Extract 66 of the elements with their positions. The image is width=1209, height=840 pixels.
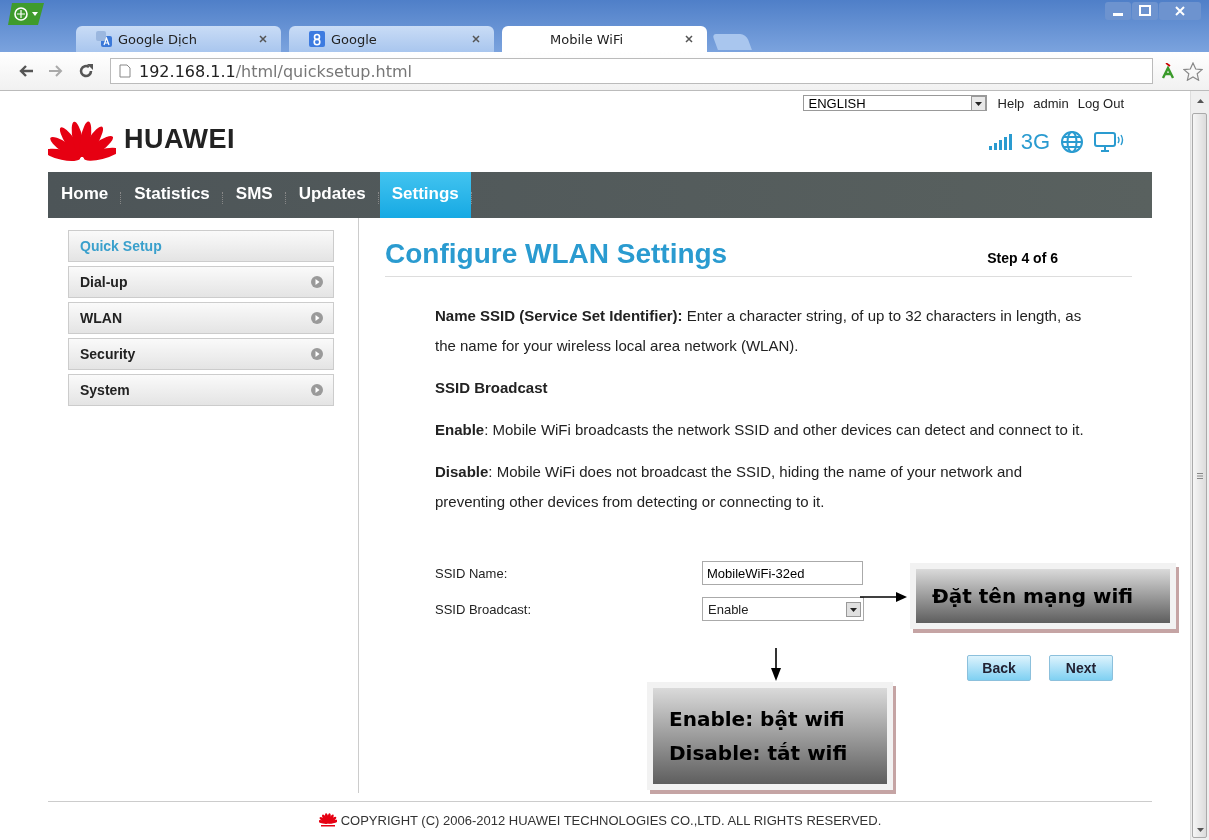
field-label: SSID Broadcast: (435, 601, 533, 617)
back-arrow-icon[interactable] (18, 64, 34, 78)
close-icon[interactable] (472, 35, 480, 43)
browser-tab[interactable]: Google Dịch (76, 26, 281, 52)
network-type: 3G (1020, 129, 1050, 155)
callout-text: Đặt tên mạng wifi (932, 584, 1134, 608)
callout-text: Disable: tắt wifi (669, 741, 849, 765)
language-select[interactable]: ENGLISH (802, 95, 987, 111)
arrow-icon (770, 648, 782, 682)
header-link[interactable]: admin (1033, 95, 1069, 111)
dropdown-caret-icon (846, 601, 861, 617)
reload-icon[interactable] (78, 63, 94, 79)
description-text: Name SSID (Service Set Identifier): Enter a character string, of up to 32 characters in length, as the name for your wireless local area network (WLAN). (435, 306, 1083, 356)
minimize-icon[interactable] (1105, 2, 1131, 20)
close-icon[interactable] (1159, 2, 1201, 20)
grip-icon (1196, 472, 1203, 479)
monitor-icon (1094, 131, 1124, 153)
tab-title: Google Dịch (118, 31, 198, 47)
description-text: Disable: Mobile WiFi does not broadcast the SSID, hiding the name of your network and preventing other devices from detecting or connecting to it. (435, 462, 1023, 512)
close-icon[interactable] (685, 35, 693, 43)
ssid-name-field[interactable]: MobileWiFi-32ed (702, 561, 863, 585)
address-bar[interactable]: 192.168.1.1/html/quicksetup.html (110, 58, 1153, 84)
wizard-button[interactable]: Next (1049, 655, 1113, 681)
translate-letter-icon[interactable] (1161, 63, 1175, 79)
sidebar-item[interactable]: WLAN (68, 302, 334, 334)
page-title: Configure WLAN Settings (385, 238, 728, 270)
browser-tab[interactable]: Mobile WiFi (502, 26, 707, 52)
callout-text: Enable: bật wifi (669, 707, 846, 731)
tab-title: Google (331, 31, 378, 47)
copyright-text: COPYRIGHT (C) 2006-2012 HUAWEI TECHNOLOGIES CO.,LTD. ALL RIGHTS RESERVED. (340, 812, 882, 828)
step-indicator: Step 4 of 6 (987, 250, 1058, 266)
huawei-logo-icon (318, 813, 337, 827)
section-heading: SSID Broadcast (435, 378, 549, 398)
scroll-down-icon[interactable] (1197, 828, 1204, 832)
nav-tab[interactable]: Updates (286, 172, 378, 218)
header-link[interactable]: Log Out (1077, 95, 1124, 111)
star-icon[interactable] (1183, 61, 1203, 81)
wizard-button[interactable]: Back (967, 655, 1031, 681)
scroll-thumb[interactable] (1192, 113, 1207, 838)
maximize-icon[interactable] (1132, 2, 1158, 20)
sidebar-item[interactable]: Security (68, 338, 334, 370)
close-icon[interactable] (259, 35, 267, 43)
nav-tab[interactable]: Home (61, 172, 121, 218)
signal-icon (988, 134, 1015, 150)
description-text: Enable: Mobile WiFi broadcasts the network SSID and other devices can detect and connect to it. (435, 420, 1085, 440)
header-link[interactable]: Help (997, 95, 1025, 111)
broadcast-select[interactable]: Enable (702, 597, 864, 621)
scrollbar[interactable] (1190, 91, 1209, 840)
dropdown-caret-icon (970, 95, 986, 111)
globe-icon (1060, 130, 1084, 154)
page-icon (119, 64, 131, 78)
url-path: /html/quicksetup.html (235, 61, 412, 81)
scroll-up-icon[interactable] (1197, 99, 1204, 103)
sidebar-item[interactable]: System (68, 374, 334, 406)
arrow-icon (860, 591, 908, 603)
translate-icon (96, 31, 112, 47)
field-label: SSID Name: (435, 565, 509, 581)
sidebar-item[interactable]: Dial-up (68, 266, 334, 298)
forward-arrow-icon[interactable] (48, 64, 64, 78)
tab-title: Mobile WiFi (550, 31, 625, 47)
browser-menu-icon[interactable] (8, 3, 44, 25)
nav-tab[interactable]: SMS (223, 172, 285, 218)
browser-tab[interactable]: Google (289, 26, 494, 52)
brand-name: HUAWEI (124, 124, 235, 155)
url-host: 192.168.1.1 (139, 61, 236, 81)
nav-tab[interactable]: Statistics (122, 172, 222, 218)
